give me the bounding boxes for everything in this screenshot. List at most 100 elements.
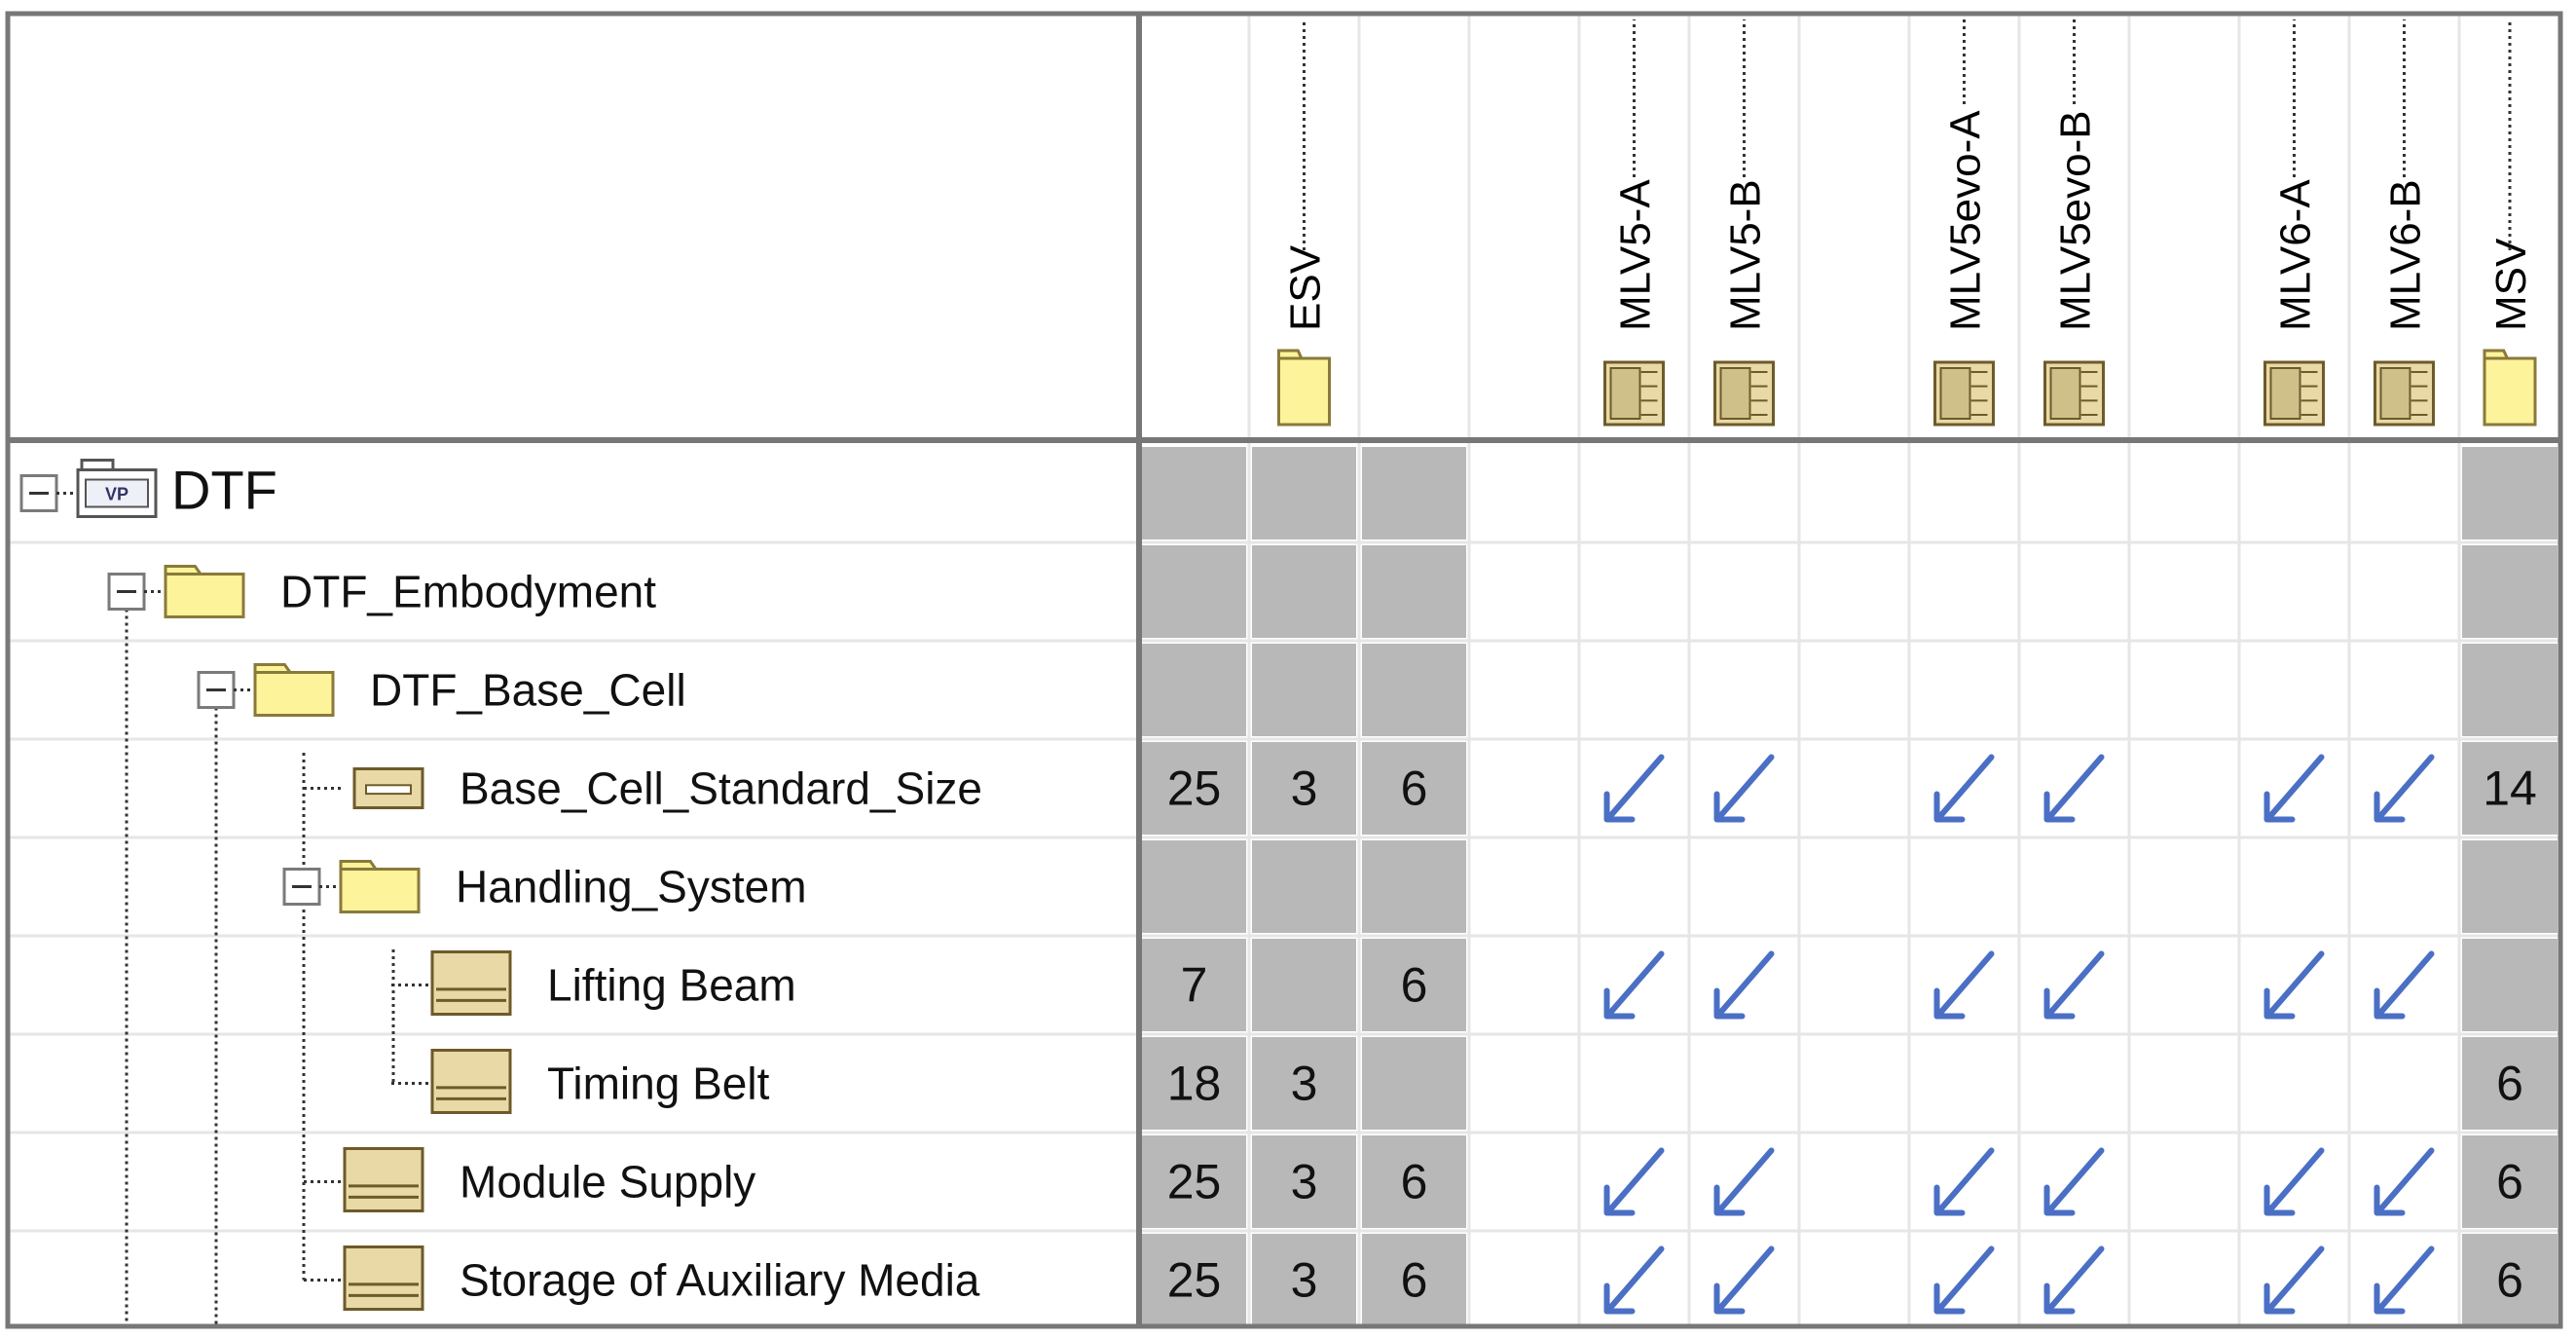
cell-count[interactable]: 7 — [1181, 958, 1208, 1013]
collapse-toggle[interactable] — [19, 474, 58, 512]
dependency-matrix: ESV MLV5-A MLV5-B MLV5evo-A MLV5evo-B MLV6-A M… — [5, 11, 2563, 1329]
shaded-cell — [1142, 840, 1246, 933]
cell-count[interactable]: 3 — [1291, 1155, 1318, 1209]
shaded-cell — [1252, 840, 1356, 933]
folder-icon — [2483, 349, 2537, 427]
matrix-background — [1142, 447, 2558, 1326]
column-label: MLV6-A — [2272, 179, 2320, 331]
column-label: MLV6-B — [2382, 179, 2430, 331]
shaded-cell — [2462, 644, 2558, 736]
tree-row-1[interactable]: VP DTF — [19, 459, 277, 521]
tree-row-2[interactable]: DTF_Embodyment — [107, 565, 656, 618]
dependency-arrow-icon[interactable] — [1713, 754, 1775, 823]
cell-count[interactable]: 25 — [1167, 1155, 1222, 1209]
column-header-13[interactable]: MSV — [2483, 19, 2537, 427]
variant-panel — [2379, 367, 2411, 420]
dependency-arrow-icon[interactable] — [1933, 1245, 1995, 1315]
tree-row-label: DTF_Embodyment — [280, 567, 656, 617]
tree-row-label: Lifting Beam — [547, 960, 796, 1011]
cell-count[interactable]: 14 — [2483, 762, 2537, 816]
dependency-arrow-icon[interactable] — [1933, 1147, 1995, 1216]
column-header-12[interactable]: MLV6-B — [2374, 19, 2435, 427]
tree-row-7[interactable]: Timing Belt — [391, 1049, 770, 1114]
variant-config-icon — [2043, 360, 2105, 427]
variant-panel — [1939, 367, 1971, 420]
arrow-shaft — [1937, 1245, 1995, 1311]
dependency-arrow-icon[interactable] — [1603, 1245, 1665, 1315]
shaded-cell — [1362, 545, 1466, 638]
dependency-arrow-icon[interactable] — [2043, 950, 2105, 1020]
folder-icon — [1277, 349, 1331, 427]
column-header-5[interactable]: MLV5-A — [1603, 19, 1665, 427]
variant-config-icon — [1713, 360, 1775, 427]
tree-row-6[interactable]: Lifting Beam — [391, 950, 796, 1016]
tree-row-3[interactable]: DTF_Base_Cell — [197, 663, 686, 717]
collapse-toggle[interactable] — [197, 671, 236, 709]
cell-count[interactable]: 25 — [1167, 762, 1222, 816]
cell-count[interactable]: 6 — [2496, 1155, 2523, 1209]
dependency-arrow-icon[interactable] — [1713, 1147, 1775, 1216]
shaded-cell — [2462, 840, 2558, 933]
dependency-arrow-icon[interactable] — [1603, 754, 1665, 823]
column-header-2[interactable]: ESV — [1277, 19, 1331, 427]
block-icon — [352, 767, 424, 809]
arrow-shaft — [2267, 754, 2325, 819]
variant-panel — [1719, 367, 1751, 420]
dependency-arrow-icon[interactable] — [1933, 754, 1995, 823]
cell-count[interactable]: 6 — [2496, 1253, 2523, 1308]
collapse-toggle[interactable] — [107, 573, 146, 611]
variant-config-icon — [2263, 360, 2325, 427]
cell-count[interactable]: 25 — [1167, 1253, 1222, 1308]
tree-row-label: Module Supply — [460, 1157, 755, 1208]
tree-row-label: Storage of Auxiliary Media — [460, 1255, 980, 1306]
variant-panel — [2049, 367, 2081, 420]
package-badge-text: VP — [105, 485, 129, 504]
arrow-shaft — [1717, 1245, 1775, 1311]
cell-count[interactable]: 6 — [1401, 762, 1428, 816]
column-header-9[interactable]: MLV5evo-B — [2043, 19, 2105, 427]
dependency-arrow-icon[interactable] — [2374, 754, 2435, 823]
cell-count[interactable]: 6 — [2496, 1057, 2523, 1111]
dependency-arrow-icon[interactable] — [1933, 950, 1995, 1020]
arrow-shaft — [2267, 1245, 2325, 1311]
variant-config-icon — [1603, 360, 1665, 427]
cell-count[interactable]: 3 — [1291, 762, 1318, 816]
shaded-cell — [1362, 644, 1466, 736]
tree-row-4[interactable]: Base_Cell_Standard_Size — [304, 763, 982, 814]
dependency-arrow-icon[interactable] — [1603, 950, 1665, 1020]
arrow-shaft — [1937, 1147, 1995, 1212]
tree-row-8[interactable]: Module Supply — [304, 1147, 755, 1212]
arrow-shaft — [2047, 1245, 2105, 1311]
column-header-8[interactable]: MLV5evo-A — [1933, 19, 1995, 427]
dependency-arrow-icon[interactable] — [1713, 950, 1775, 1020]
column-header-6[interactable]: MLV5-B — [1713, 19, 1775, 427]
tree-row-5[interactable]: Handling_System — [282, 860, 807, 913]
dependency-arrow-icon[interactable] — [2374, 950, 2435, 1020]
dependency-arrow-icon[interactable] — [2263, 1245, 2325, 1315]
collapse-toggle[interactable] — [282, 868, 321, 906]
row-tree: VP DTFDTF_Embodyment DTF_Base_Cell Base_Cel… — [19, 459, 982, 1324]
column-header-11[interactable]: MLV6-A — [2263, 19, 2325, 427]
part-body — [430, 950, 512, 1016]
cell-count[interactable]: 3 — [1291, 1057, 1318, 1111]
arrow-shaft — [2377, 950, 2435, 1016]
dependency-arrow-icon[interactable] — [2043, 1147, 2105, 1216]
shaded-cell — [1142, 644, 1246, 736]
dependency-arrow-icon[interactable] — [2263, 1147, 2325, 1216]
cell-count[interactable]: 3 — [1291, 1253, 1318, 1308]
dependency-arrow-icon[interactable] — [2043, 754, 2105, 823]
dependency-arrow-icon[interactable] — [2263, 754, 2325, 823]
cell-count[interactable]: 6 — [1401, 1253, 1428, 1308]
dependency-arrow-icon[interactable] — [1603, 1147, 1665, 1216]
dependency-arrow-icon[interactable] — [2263, 950, 2325, 1020]
column-label: MSV — [2487, 238, 2535, 331]
dependency-arrow-icon[interactable] — [2374, 1147, 2435, 1216]
dependency-arrow-icon[interactable] — [2374, 1245, 2435, 1315]
tree-row-9[interactable]: Storage of Auxiliary Media — [304, 1245, 980, 1311]
dependency-arrow-icon[interactable] — [1713, 1245, 1775, 1315]
dependency-arrow-icon[interactable] — [2043, 1245, 2105, 1315]
view-package-icon: VP — [76, 459, 158, 518]
cell-count[interactable]: 18 — [1167, 1057, 1222, 1111]
cell-count[interactable]: 6 — [1401, 1155, 1428, 1209]
cell-count[interactable]: 6 — [1401, 958, 1428, 1013]
